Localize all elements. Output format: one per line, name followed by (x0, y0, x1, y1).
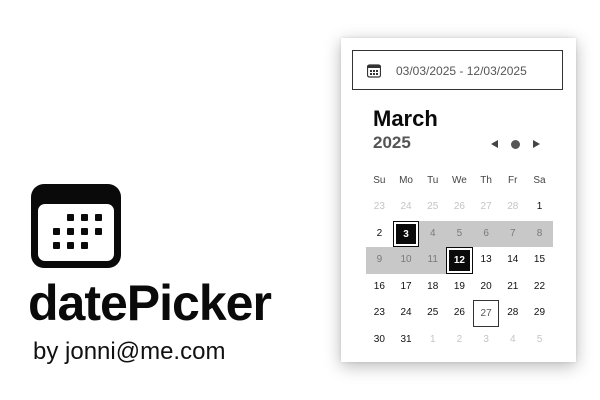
month-title: March (373, 106, 438, 131)
calendar-grid: Su Mo Tu We Th Fr Sa 23 24 25 26 27 28 1 2 3 4 5 6 7… (366, 168, 553, 353)
weeks-container: 23 24 25 26 27 28 1 2 3 4 5 6 7 8 9 10 11 12 13 14 15 16 17 18 1… (366, 194, 553, 353)
day-cell-in-range[interactable]: 9 (366, 247, 393, 274)
weekday-header-row: Su Mo Tu We Th Fr Sa (366, 168, 553, 194)
day-cell-in-range[interactable]: 6 (472, 220, 500, 247)
day-cell-in-range[interactable]: 8 (526, 220, 553, 247)
day-cell[interactable]: 16 (366, 274, 393, 301)
day-cell[interactable]: 19 (446, 274, 473, 301)
day-cell[interactable]: 1 (526, 194, 553, 221)
week-row: 23 24 25 26 27 28 29 (366, 300, 553, 327)
day-cell[interactable]: 23 (366, 300, 393, 327)
day-cell-other-month[interactable]: 27 (473, 194, 500, 221)
weekday-label: Sa (533, 175, 546, 186)
weekday-label: Tu (427, 175, 439, 186)
day-cell-other-month[interactable]: 4 (499, 327, 526, 354)
day-cell[interactable]: 18 (419, 274, 446, 301)
day-cell-in-range[interactable]: 4 (419, 220, 447, 247)
day-cell[interactable]: 31 (393, 327, 420, 354)
brand-subtitle: by jonni@me.com (33, 338, 226, 365)
day-cell[interactable]: 13 (473, 247, 500, 274)
day-cell[interactable]: 22 (526, 274, 553, 301)
day-cell[interactable]: 28 (499, 300, 526, 327)
year-title: 2025 (373, 133, 411, 152)
day-cell-other-month[interactable]: 5 (526, 327, 553, 354)
week-row: 2345678 (366, 220, 553, 248)
day-cell-in-range[interactable]: 10 (392, 247, 420, 274)
weekday-label: We (451, 175, 467, 186)
day-cell-other-month[interactable]: 23 (366, 194, 393, 221)
day-cell[interactable]: 2 (366, 221, 393, 248)
triangle-right-icon (532, 140, 540, 148)
day-cell[interactable]: 14 (499, 247, 526, 274)
week-row: 9 10 11 12 13 14 15 (366, 247, 553, 274)
day-cell-other-month[interactable]: 2 (446, 327, 473, 354)
calendar-icon (367, 64, 381, 78)
day-cell[interactable]: 24 (393, 300, 420, 327)
week-row: 23 24 25 26 27 28 1 (366, 194, 553, 221)
day-cell-selected[interactable]: 3 (392, 220, 420, 247)
weekday-label: Su (373, 175, 386, 186)
day-cell-other-month[interactable]: 24 (393, 194, 420, 221)
day-cell-in-range[interactable]: 5 (446, 220, 473, 247)
day-cell[interactable]: 25 (419, 300, 446, 327)
date-picker-card: 03/03/2025 - 12/03/2025 March 2025 Su Mo… (341, 38, 576, 362)
day-cell[interactable]: 17 (393, 274, 420, 301)
day-cell[interactable]: 15 (526, 247, 553, 274)
day-cell[interactable]: 30 (366, 327, 393, 354)
today-button[interactable] (508, 138, 522, 150)
day-cell-other-month[interactable]: 26 (446, 194, 473, 221)
week-row: 30 31 1 2 3 4 5 (366, 327, 553, 354)
day-cell[interactable]: 20 (473, 274, 500, 301)
date-range-input[interactable]: 03/03/2025 - 12/03/2025 (352, 50, 563, 90)
weekday-label: Th (480, 175, 492, 186)
day-cell-in-range[interactable]: 11 (419, 247, 447, 274)
calendar-icon (31, 184, 121, 268)
day-cell-other-month[interactable]: 1 (419, 327, 446, 354)
weekday-label: Mo (399, 175, 413, 186)
date-range-value: 03/03/2025 - 12/03/2025 (396, 64, 527, 78)
next-month-button[interactable] (529, 138, 543, 150)
day-cell[interactable]: 21 (499, 274, 526, 301)
day-cell-other-month[interactable]: 3 (473, 327, 500, 354)
day-cell[interactable]: 26 (446, 300, 473, 327)
day-cell-in-range[interactable]: 7 (499, 220, 527, 247)
week-row: 16 17 18 19 20 21 22 (366, 274, 553, 301)
weekday-label: Fr (508, 175, 518, 186)
triangle-left-icon (490, 140, 498, 148)
day-cell-other-month[interactable]: 25 (419, 194, 446, 221)
day-cell-other-month[interactable]: 28 (499, 194, 526, 221)
day-cell[interactable]: 29 (526, 300, 553, 327)
dot-icon (510, 139, 520, 149)
brand-title: datePicker (28, 275, 272, 331)
day-cell-today[interactable]: 27 (472, 300, 500, 327)
day-cell-selected[interactable]: 12 (446, 247, 473, 274)
prev-month-button[interactable] (487, 138, 501, 150)
